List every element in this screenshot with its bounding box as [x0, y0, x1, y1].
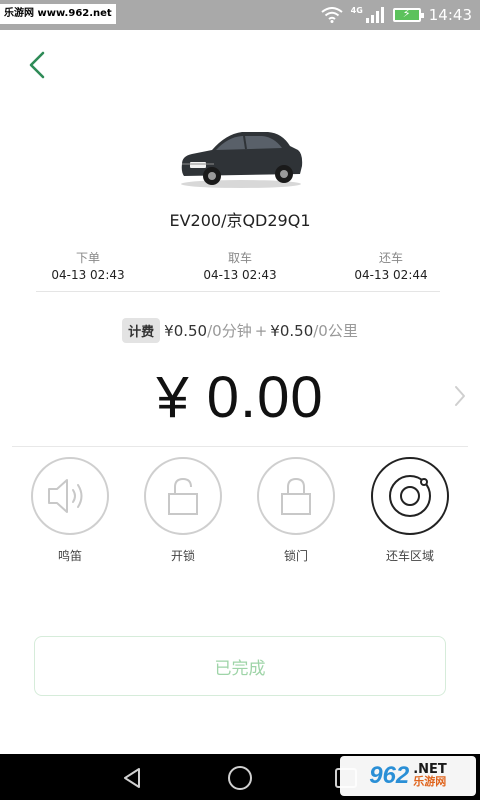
nav-back-button[interactable] [121, 766, 143, 794]
horn-icon [48, 479, 83, 513]
chevron-left-icon [29, 51, 45, 79]
order-time-value: 04-13 02:43 [51, 268, 125, 282]
car-image [178, 128, 304, 190]
pickup-time-value: 04-13 02:43 [203, 268, 277, 282]
watermark-bottom: 962 .NET 乐游网 [340, 756, 476, 796]
return-time: 还车 04-13 02:44 [321, 250, 461, 283]
pricing-badge: 计费 [122, 318, 161, 343]
time-price: ¥0.50 [164, 321, 208, 340]
honk-button[interactable]: 鸣笛 [30, 457, 110, 564]
signal-icon [365, 7, 384, 23]
watermark-top: 乐游网 www.962.net [0, 4, 116, 24]
plus-sign: + [254, 321, 268, 340]
pickup-time-label: 取车 [227, 251, 252, 265]
status-icons: 4G ⚡ 14:43 [321, 0, 472, 30]
return-area-icon [389, 475, 431, 517]
lock-button[interactable]: 锁门 [256, 457, 336, 564]
watermark-cn-name: 乐游网 [413, 775, 447, 788]
distance-unit: /0公里 [313, 322, 358, 340]
unlock-label: 开锁 [170, 549, 195, 563]
chevron-right-icon [455, 386, 465, 406]
back-button[interactable] [22, 48, 54, 82]
time-unit: /0分钟 [207, 322, 252, 340]
divider [36, 291, 440, 292]
order-time-label: 下单 [75, 251, 100, 265]
completed-button[interactable]: 已完成 [34, 636, 446, 696]
network-type-label: 4G [350, 5, 363, 15]
lock-icon [281, 477, 311, 515]
honk-label: 鸣笛 [57, 549, 82, 563]
unlock-icon [168, 477, 198, 515]
status-bar: 乐游网 www.962.net 4G ⚡ 14:43 [0, 0, 480, 30]
total-amount: ¥ 0.00 [156, 365, 324, 430]
wifi-icon [321, 7, 343, 23]
return-area-label: 还车区域 [385, 549, 434, 563]
return-time-label: 还车 [378, 251, 403, 265]
battery-charging-icon: ⚡ [392, 7, 424, 22]
distance-price: ¥0.50 [270, 321, 314, 340]
unlock-button[interactable]: 开锁 [143, 457, 223, 564]
order-time: 下单 04-13 02:43 [18, 250, 158, 283]
pickup-time: 取车 04-13 02:43 [170, 250, 310, 283]
lock-label: 锁门 [283, 549, 308, 563]
return-area-button[interactable]: 还车区域 [370, 457, 450, 564]
nav-home-button[interactable] [228, 766, 252, 790]
watermark-number: 962 [369, 762, 410, 789]
pricing-row: 计费 ¥0.50 /0分钟 + ¥0.50 /0公里 [0, 318, 480, 343]
return-time-value: 04-13 02:44 [354, 268, 428, 282]
nav-back-icon [124, 768, 140, 788]
car-model-plate: EV200/京QD29Q1 [169, 211, 311, 230]
fee-detail-button[interactable] [452, 385, 468, 407]
divider [12, 446, 468, 447]
status-time: 14:43 [428, 6, 472, 24]
